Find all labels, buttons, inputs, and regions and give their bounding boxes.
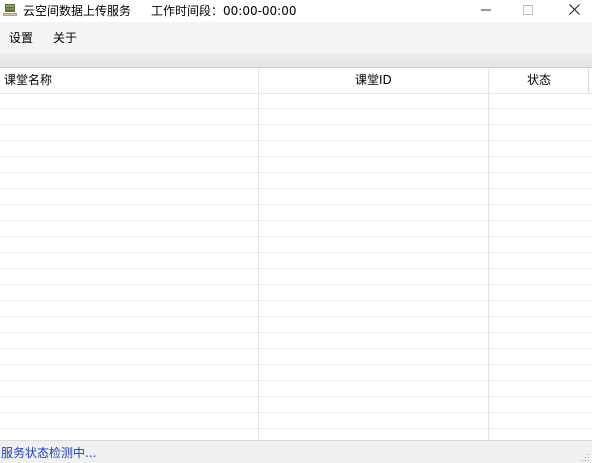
table-row[interactable] <box>0 333 592 349</box>
table-row[interactable] <box>0 93 592 109</box>
table-row[interactable] <box>0 205 592 221</box>
title-bar[interactable]: 云空间数据上传服务 工作时间段：00:00-00:00 <box>0 0 592 22</box>
app-window: 云空间数据上传服务 工作时间段：00:00-00:00 设置 关于 课堂名称 课… <box>0 0 592 463</box>
table-row[interactable] <box>0 381 592 397</box>
table-row[interactable] <box>0 285 592 301</box>
work-hours-label: 工作时间段：00:00-00:00 <box>151 4 297 18</box>
table-row[interactable] <box>0 141 592 157</box>
table-row[interactable] <box>0 301 592 317</box>
column-divider[interactable] <box>588 68 589 93</box>
menu-settings[interactable]: 设置 <box>9 30 33 46</box>
table-row[interactable] <box>0 221 592 237</box>
server-app-icon <box>2 2 18 18</box>
maximize-button[interactable] <box>505 0 551 22</box>
table-row[interactable] <box>0 109 592 125</box>
maximize-icon <box>523 4 533 18</box>
status-bar: 服务状态检测中... <box>0 440 592 463</box>
close-button[interactable] <box>551 0 592 22</box>
column-divider[interactable] <box>488 68 489 440</box>
table-row[interactable] <box>0 365 592 381</box>
table-row[interactable] <box>0 349 592 365</box>
column-header-status[interactable]: 状态 <box>527 68 551 93</box>
table-row[interactable] <box>0 189 592 205</box>
table-row[interactable] <box>0 157 592 173</box>
window-title: 云空间数据上传服务 <box>23 4 132 18</box>
table-header: 课堂名称 课堂ID 状态 <box>0 68 592 94</box>
table-row[interactable] <box>0 413 592 429</box>
menu-about[interactable]: 关于 <box>53 30 77 46</box>
classroom-table[interactable]: 课堂名称 课堂ID 状态 <box>0 68 592 440</box>
minimize-button[interactable] <box>463 0 509 22</box>
column-header-classroom-id[interactable]: 课堂ID <box>355 68 392 93</box>
column-header-classroom-name[interactable]: 课堂名称 <box>4 68 52 93</box>
table-row[interactable] <box>0 125 592 141</box>
table-row[interactable] <box>0 317 592 333</box>
menu-bar: 设置 关于 <box>0 22 592 53</box>
column-divider[interactable] <box>258 68 259 440</box>
table-row[interactable] <box>0 397 592 413</box>
resize-grip-icon[interactable] <box>580 451 590 461</box>
table-row[interactable] <box>0 253 592 269</box>
table-row[interactable] <box>0 269 592 285</box>
table-body <box>0 93 592 429</box>
service-status-text: 服务状态检测中... <box>1 446 97 460</box>
table-row[interactable] <box>0 237 592 253</box>
toolbar-strip <box>0 53 592 68</box>
close-icon <box>568 4 580 18</box>
minimize-icon <box>481 4 491 18</box>
table-row[interactable] <box>0 173 592 189</box>
